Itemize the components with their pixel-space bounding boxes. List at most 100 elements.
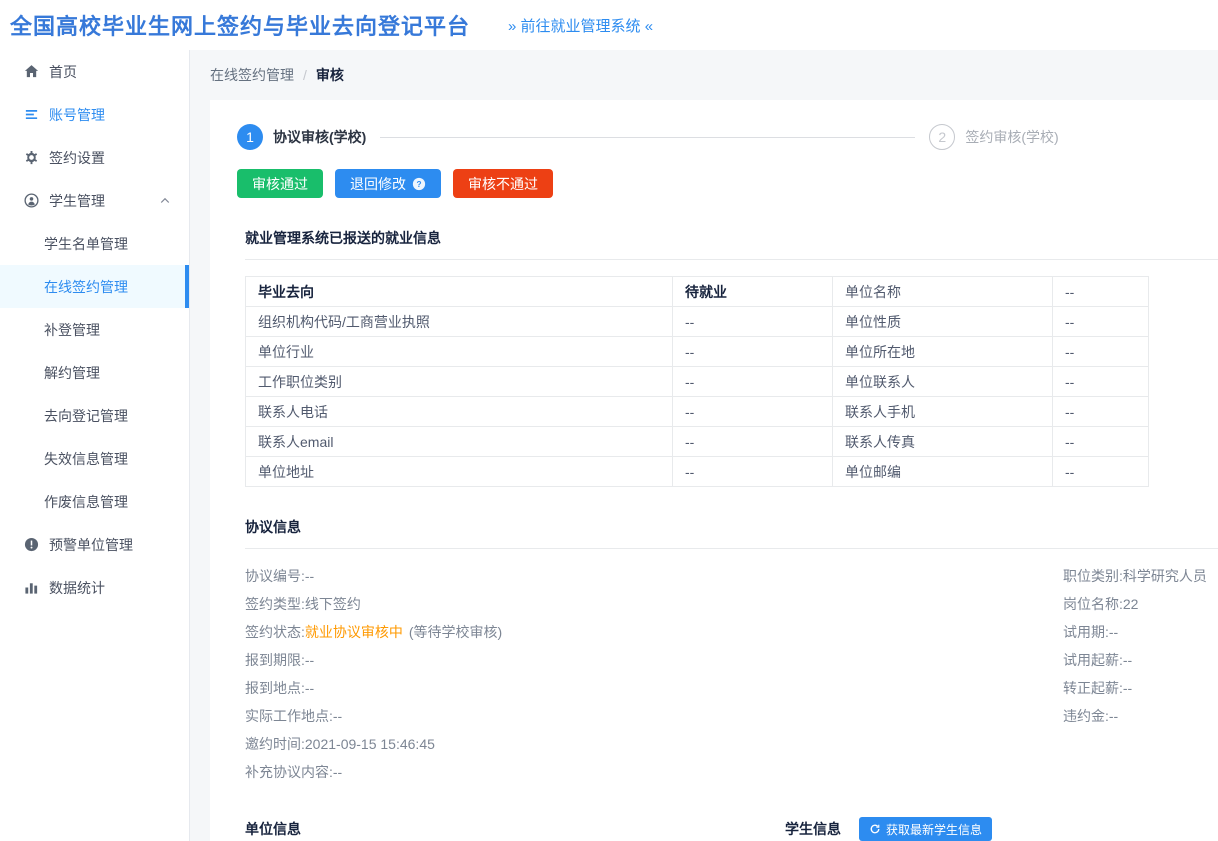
sidebar-item-supplementary-registration[interactable]: 补登管理 — [0, 308, 189, 351]
agreement-field-invite-time: 邀约时间:2021-09-15 15:46:45 — [245, 730, 1063, 758]
section-title-agreement: 协议信息 — [245, 517, 1218, 537]
sidebar-item-accounts[interactable]: 账号管理 — [0, 93, 189, 136]
sidebar-item-voided-info[interactable]: 作废信息管理 — [0, 480, 189, 523]
review-card: 1 协议审核(学校) 2 签约审核(学校) 审核通过 退回修改 ? 审核 — [210, 100, 1218, 841]
table-cell: -- — [1053, 367, 1149, 397]
list-icon — [24, 107, 39, 122]
refresh-icon — [869, 823, 881, 835]
table-cell: 单位性质 — [833, 307, 1053, 337]
agreement-field-probation: 试用期:-- — [1063, 618, 1218, 646]
agreement-field-post-name: 岗位名称:22 — [1063, 590, 1218, 618]
section-title-reported-info: 就业管理系统已报送的就业信息 — [245, 228, 1218, 248]
sidebar-item-label: 账号管理 — [49, 105, 105, 125]
table-cell: -- — [673, 457, 833, 487]
reject-button[interactable]: 审核不通过 — [453, 169, 553, 198]
table-row: 工作职位类别 -- 单位联系人 -- — [246, 367, 1149, 397]
send-back-button[interactable]: 退回修改 ? — [335, 169, 441, 198]
section-title-student: 学生信息 — [785, 819, 841, 839]
step-2-circle: 2 — [929, 124, 955, 150]
agreement-field-penalty: 违约金:-- — [1063, 702, 1218, 730]
agreement-right-column: 职位类别:科学研究人员 岗位名称:22 试用期:-- 试用起薪:-- 转正起薪: — [1063, 562, 1218, 786]
sidebar-item-label: 签约设置 — [49, 148, 105, 168]
breadcrumb: 在线签约管理 / 审核 — [190, 50, 1218, 100]
table-cell: 联系人手机 — [833, 397, 1053, 427]
table-cell: -- — [1053, 337, 1149, 367]
table-cell: 工作职位类别 — [246, 367, 673, 397]
gear-icon — [24, 150, 39, 165]
table-row: 单位地址 -- 单位邮编 -- — [246, 457, 1149, 487]
agreement-field-work-place: 实际工作地点:-- — [245, 702, 1063, 730]
step-2-label: 签约审核(学校) — [965, 127, 1058, 147]
agreement-field-probation-salary: 试用起薪:-- — [1063, 646, 1218, 674]
table-cell: -- — [673, 307, 833, 337]
table-cell: 组织机构代码/工商营业执照 — [246, 307, 673, 337]
section-title-company: 单位信息 — [245, 819, 301, 839]
table-row: 毕业去向 待就业 单位名称 -- — [246, 277, 1149, 307]
agreement-field-sign-type: 签约类型:线下签约 — [245, 590, 1063, 618]
table-cell: -- — [673, 367, 833, 397]
student-info-section: 学生信息 获取最新学生信息 — [785, 817, 1218, 841]
user-icon — [24, 193, 39, 208]
table-cell: 单位行业 — [246, 337, 673, 367]
sidebar-item-label: 补登管理 — [44, 320, 100, 340]
agreement-field-report-deadline: 报到期限:-- — [245, 646, 1063, 674]
sidebar-item-label: 失效信息管理 — [44, 449, 128, 469]
warning-icon — [24, 537, 39, 552]
sidebar-item-label: 预警单位管理 — [49, 535, 133, 555]
content-area: 在线签约管理 / 审核 1 协议审核(学校) 2 签约审核(学校) 审核通过 退… — [190, 50, 1218, 841]
table-cell: 联系人电话 — [246, 397, 673, 427]
agreement-field-regular-salary: 转正起薪:-- — [1063, 674, 1218, 702]
table-cell: -- — [1053, 427, 1149, 457]
sidebar-item-label: 学生管理 — [49, 191, 105, 211]
agreement-section: 协议信息 协议编号:-- 签约类型:线下签约 签约状态:就业协议审核中(等待学校… — [245, 517, 1218, 786]
svg-text:?: ? — [416, 178, 421, 188]
bottom-sections: 单位信息 学生信息 获取最新学生信息 — [245, 817, 1218, 841]
sidebar-item-student-roster[interactable]: 学生名单管理 — [0, 222, 189, 265]
sidebar-item-contract-termination[interactable]: 解约管理 — [0, 351, 189, 394]
table-cell: 单位邮编 — [833, 457, 1053, 487]
chevron-up-icon — [159, 195, 171, 207]
table-cell: -- — [1053, 397, 1149, 427]
table-cell: 联系人传真 — [833, 427, 1053, 457]
sidebar-item-label: 解约管理 — [44, 363, 100, 383]
reported-employment-table: 毕业去向 待就业 单位名称 -- 组织机构代码/工商营业执照 -- 单位性质 -… — [245, 276, 1149, 487]
table-cell: 联系人email — [246, 427, 673, 457]
sidebar-item-warning-units[interactable]: 预警单位管理 — [0, 523, 189, 566]
sidebar-item-home[interactable]: 首页 — [0, 50, 189, 93]
sidebar-item-statistics[interactable]: 数据统计 — [0, 566, 189, 609]
agreement-field-supplementary: 补充协议内容:-- — [245, 758, 1063, 786]
sidebar-item-student-management[interactable]: 学生管理 — [0, 179, 189, 222]
approve-button[interactable]: 审核通过 — [237, 169, 323, 198]
company-info-section: 单位信息 — [245, 817, 740, 841]
status-badge: 就业协议审核中 — [305, 624, 403, 640]
refresh-student-info-button[interactable]: 获取最新学生信息 — [859, 817, 992, 841]
sidebar-item-sign-settings[interactable]: 签约设置 — [0, 136, 189, 179]
sidebar-item-label: 首页 — [49, 62, 77, 82]
steps-connector-line — [380, 137, 915, 138]
table-cell: 单位名称 — [833, 277, 1053, 307]
sidebar: 首页 账号管理 签约设置 学生管理 学生名单管理 在线签 — [0, 50, 190, 841]
sidebar-item-label: 作废信息管理 — [44, 492, 128, 512]
divider — [245, 259, 1218, 260]
steps-indicator: 1 协议审核(学校) 2 签约审核(学校) — [237, 124, 1218, 150]
table-cell: -- — [673, 427, 833, 457]
table-row: 单位行业 -- 单位所在地 -- — [246, 337, 1149, 367]
table-cell: -- — [1053, 277, 1149, 307]
table-cell: 单位地址 — [246, 457, 673, 487]
sidebar-item-label: 学生名单管理 — [44, 234, 128, 254]
sidebar-item-label: 在线签约管理 — [44, 277, 128, 297]
table-row: 联系人电话 -- 联系人手机 -- — [246, 397, 1149, 427]
table-cell: -- — [673, 397, 833, 427]
agreement-field-number: 协议编号:-- — [245, 562, 1063, 590]
divider — [245, 548, 1218, 549]
sidebar-item-invalid-info[interactable]: 失效信息管理 — [0, 437, 189, 480]
sidebar-item-destination-registration[interactable]: 去向登记管理 — [0, 394, 189, 437]
goto-employment-system-link[interactable]: » 前往就业管理系统 « — [508, 15, 653, 36]
sidebar-item-label: 去向登记管理 — [44, 406, 128, 426]
breadcrumb-parent[interactable]: 在线签约管理 — [210, 65, 294, 85]
table-row: 组织机构代码/工商营业执照 -- 单位性质 -- — [246, 307, 1149, 337]
table-cell: 待就业 — [673, 277, 833, 307]
review-actions: 审核通过 退回修改 ? 审核不通过 — [237, 169, 1218, 198]
sidebar-item-online-signing[interactable]: 在线签约管理 — [0, 265, 189, 308]
table-cell: -- — [1053, 307, 1149, 337]
